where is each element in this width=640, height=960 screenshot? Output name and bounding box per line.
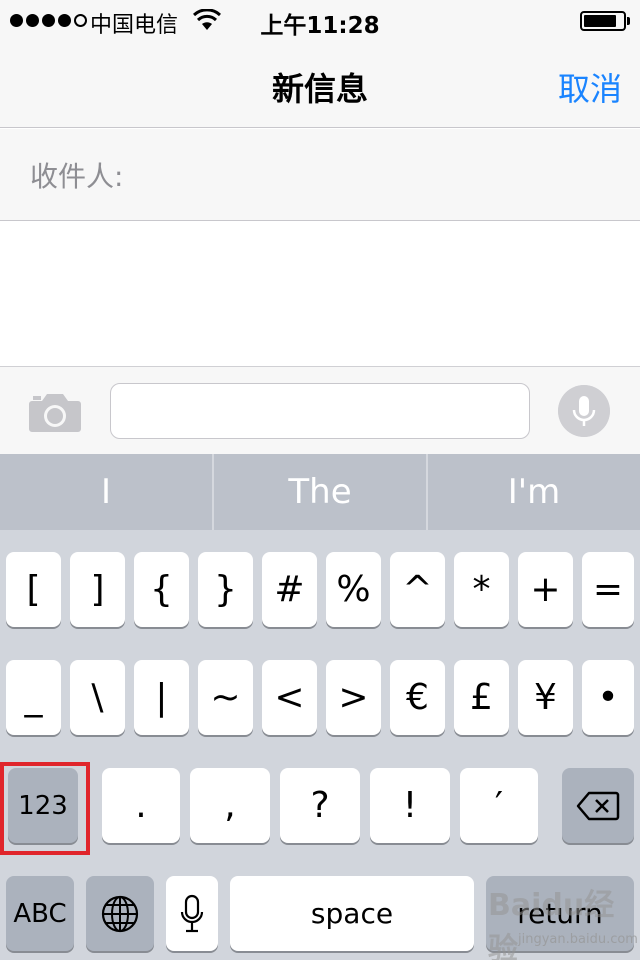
cancel-button[interactable]: 取消 [558,64,622,110]
prediction-item[interactable]: The [212,454,426,530]
key-abc[interactable]: ABC [6,876,74,951]
delete-icon [576,791,620,820]
dictation-button[interactable] [166,876,218,951]
key-period[interactable]: . [102,768,180,843]
input-bar [0,366,640,454]
recipient-field[interactable]: 收件人: [0,129,640,221]
globe-button[interactable] [86,876,154,951]
key-euro[interactable]: € [390,660,445,735]
key-less-than[interactable]: < [262,660,317,735]
camera-icon[interactable] [28,391,82,433]
microphone-icon[interactable] [558,385,610,437]
message-input[interactable] [110,383,530,439]
key-comma[interactable]: , [190,768,270,843]
key-123[interactable]: 123 [8,768,78,843]
key-pipe[interactable]: | [134,660,189,735]
space-key[interactable]: space [230,876,474,951]
key-plus[interactable]: + [518,552,573,627]
prediction-item[interactable]: I [0,454,212,530]
watermark-url: jingyan.baidu.com [518,932,638,947]
delete-button[interactable] [562,768,634,843]
key-equals[interactable]: = [582,552,634,627]
key-tilde[interactable]: ~ [198,660,253,735]
key-yen[interactable]: ¥ [518,660,573,735]
globe-icon [101,895,139,932]
key-apostrophe[interactable]: ′ [460,768,538,843]
status-bar: 中国电信 上午11:28 [0,0,640,40]
message-thread-area [0,222,640,366]
key-asterisk[interactable]: * [454,552,509,627]
key-caret[interactable]: ^ [390,552,445,627]
clock: 上午11:28 [260,13,380,39]
key-pound[interactable]: £ [454,660,509,735]
prediction-item[interactable]: I'm [426,454,640,530]
battery-icon [580,11,626,31]
recipient-label: 收件人: [30,160,124,193]
navigation-bar: 新信息 取消 [0,40,640,128]
key-left-brace[interactable]: { [134,552,189,627]
key-backslash[interactable]: \ [70,660,125,735]
key-left-bracket[interactable]: [ [6,552,61,627]
key-percent[interactable]: % [326,552,381,627]
key-right-bracket[interactable]: ] [70,552,125,627]
key-hash[interactable]: # [262,552,317,627]
page-title: 新信息 [271,70,368,108]
key-underscore[interactable]: _ [6,660,61,735]
dictation-icon [180,894,204,932]
predictive-bar: I The I'm [0,454,640,530]
key-greater-than[interactable]: > [326,660,381,735]
key-question[interactable]: ? [280,768,360,843]
key-right-brace[interactable]: } [198,552,253,627]
watermark-logo: Baidu经验 [488,888,615,960]
key-exclamation[interactable]: ! [370,768,450,843]
key-bullet[interactable]: • [582,660,634,735]
